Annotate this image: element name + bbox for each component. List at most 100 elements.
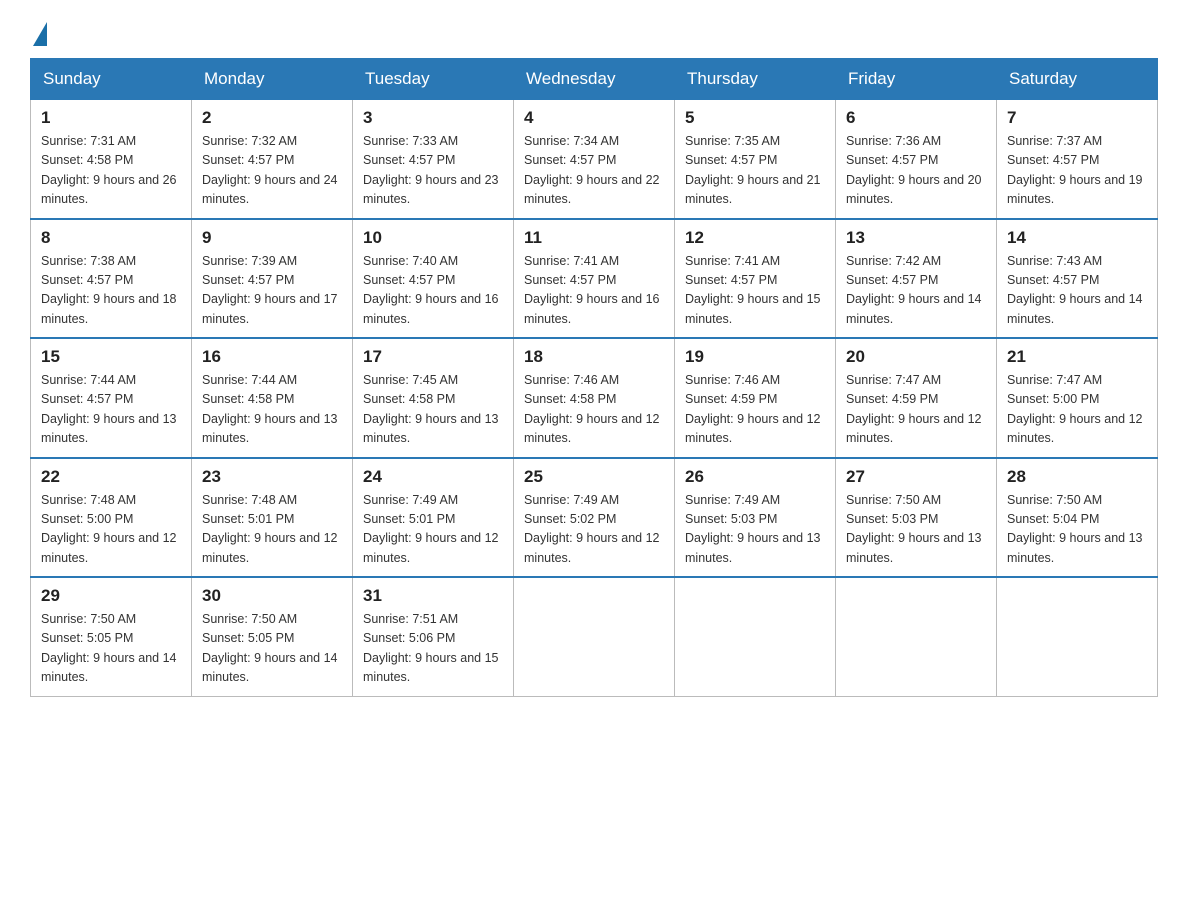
day-info: Sunrise: 7:50 AM Sunset: 5:04 PM Dayligh… [1007,491,1147,569]
day-info: Sunrise: 7:44 AM Sunset: 4:58 PM Dayligh… [202,371,342,449]
day-number: 17 [363,347,503,367]
calendar-cell: 27 Sunrise: 7:50 AM Sunset: 5:03 PM Dayl… [836,458,997,578]
header-thursday: Thursday [675,59,836,100]
day-info: Sunrise: 7:41 AM Sunset: 4:57 PM Dayligh… [685,252,825,330]
calendar-week-2: 8 Sunrise: 7:38 AM Sunset: 4:57 PM Dayli… [31,219,1158,339]
day-number: 12 [685,228,825,248]
calendar-cell [514,577,675,696]
day-number: 4 [524,108,664,128]
header-sunday: Sunday [31,59,192,100]
day-info: Sunrise: 7:31 AM Sunset: 4:58 PM Dayligh… [41,132,181,210]
day-number: 2 [202,108,342,128]
day-number: 16 [202,347,342,367]
day-info: Sunrise: 7:37 AM Sunset: 4:57 PM Dayligh… [1007,132,1147,210]
day-info: Sunrise: 7:36 AM Sunset: 4:57 PM Dayligh… [846,132,986,210]
calendar-cell [997,577,1158,696]
calendar-cell: 31 Sunrise: 7:51 AM Sunset: 5:06 PM Dayl… [353,577,514,696]
day-info: Sunrise: 7:49 AM Sunset: 5:01 PM Dayligh… [363,491,503,569]
day-number: 3 [363,108,503,128]
day-number: 29 [41,586,181,606]
calendar-cell: 23 Sunrise: 7:48 AM Sunset: 5:01 PM Dayl… [192,458,353,578]
day-number: 14 [1007,228,1147,248]
calendar-cell: 29 Sunrise: 7:50 AM Sunset: 5:05 PM Dayl… [31,577,192,696]
calendar-cell: 10 Sunrise: 7:40 AM Sunset: 4:57 PM Dayl… [353,219,514,339]
day-info: Sunrise: 7:43 AM Sunset: 4:57 PM Dayligh… [1007,252,1147,330]
calendar-cell: 20 Sunrise: 7:47 AM Sunset: 4:59 PM Dayl… [836,338,997,458]
day-number: 30 [202,586,342,606]
day-number: 10 [363,228,503,248]
day-info: Sunrise: 7:47 AM Sunset: 5:00 PM Dayligh… [1007,371,1147,449]
day-number: 20 [846,347,986,367]
logo [30,20,47,42]
day-number: 23 [202,467,342,487]
calendar-cell: 26 Sunrise: 7:49 AM Sunset: 5:03 PM Dayl… [675,458,836,578]
calendar-table: SundayMondayTuesdayWednesdayThursdayFrid… [30,58,1158,697]
calendar-cell: 30 Sunrise: 7:50 AM Sunset: 5:05 PM Dayl… [192,577,353,696]
day-number: 13 [846,228,986,248]
day-number: 24 [363,467,503,487]
calendar-cell: 13 Sunrise: 7:42 AM Sunset: 4:57 PM Dayl… [836,219,997,339]
day-info: Sunrise: 7:45 AM Sunset: 4:58 PM Dayligh… [363,371,503,449]
day-number: 27 [846,467,986,487]
header-friday: Friday [836,59,997,100]
day-info: Sunrise: 7:48 AM Sunset: 5:01 PM Dayligh… [202,491,342,569]
header-monday: Monday [192,59,353,100]
calendar-cell: 19 Sunrise: 7:46 AM Sunset: 4:59 PM Dayl… [675,338,836,458]
day-info: Sunrise: 7:48 AM Sunset: 5:00 PM Dayligh… [41,491,181,569]
day-info: Sunrise: 7:40 AM Sunset: 4:57 PM Dayligh… [363,252,503,330]
calendar-cell: 11 Sunrise: 7:41 AM Sunset: 4:57 PM Dayl… [514,219,675,339]
day-number: 26 [685,467,825,487]
day-info: Sunrise: 7:47 AM Sunset: 4:59 PM Dayligh… [846,371,986,449]
calendar-cell: 9 Sunrise: 7:39 AM Sunset: 4:57 PM Dayli… [192,219,353,339]
calendar-cell: 22 Sunrise: 7:48 AM Sunset: 5:00 PM Dayl… [31,458,192,578]
calendar-cell: 6 Sunrise: 7:36 AM Sunset: 4:57 PM Dayli… [836,100,997,219]
day-info: Sunrise: 7:50 AM Sunset: 5:05 PM Dayligh… [41,610,181,688]
calendar-cell: 17 Sunrise: 7:45 AM Sunset: 4:58 PM Dayl… [353,338,514,458]
day-number: 25 [524,467,664,487]
calendar-cell: 24 Sunrise: 7:49 AM Sunset: 5:01 PM Dayl… [353,458,514,578]
day-number: 9 [202,228,342,248]
calendar-week-1: 1 Sunrise: 7:31 AM Sunset: 4:58 PM Dayli… [31,100,1158,219]
calendar-cell: 4 Sunrise: 7:34 AM Sunset: 4:57 PM Dayli… [514,100,675,219]
day-number: 31 [363,586,503,606]
calendar-week-3: 15 Sunrise: 7:44 AM Sunset: 4:57 PM Dayl… [31,338,1158,458]
calendar-week-5: 29 Sunrise: 7:50 AM Sunset: 5:05 PM Dayl… [31,577,1158,696]
day-number: 21 [1007,347,1147,367]
day-number: 8 [41,228,181,248]
day-number: 15 [41,347,181,367]
day-number: 11 [524,228,664,248]
day-number: 18 [524,347,664,367]
calendar-cell: 1 Sunrise: 7:31 AM Sunset: 4:58 PM Dayli… [31,100,192,219]
day-info: Sunrise: 7:49 AM Sunset: 5:02 PM Dayligh… [524,491,664,569]
calendar-cell: 28 Sunrise: 7:50 AM Sunset: 5:04 PM Dayl… [997,458,1158,578]
calendar-cell: 21 Sunrise: 7:47 AM Sunset: 5:00 PM Dayl… [997,338,1158,458]
day-info: Sunrise: 7:34 AM Sunset: 4:57 PM Dayligh… [524,132,664,210]
calendar-cell: 25 Sunrise: 7:49 AM Sunset: 5:02 PM Dayl… [514,458,675,578]
day-number: 6 [846,108,986,128]
day-number: 1 [41,108,181,128]
header-saturday: Saturday [997,59,1158,100]
day-info: Sunrise: 7:44 AM Sunset: 4:57 PM Dayligh… [41,371,181,449]
calendar-cell: 14 Sunrise: 7:43 AM Sunset: 4:57 PM Dayl… [997,219,1158,339]
calendar-cell: 2 Sunrise: 7:32 AM Sunset: 4:57 PM Dayli… [192,100,353,219]
day-info: Sunrise: 7:32 AM Sunset: 4:57 PM Dayligh… [202,132,342,210]
day-info: Sunrise: 7:41 AM Sunset: 4:57 PM Dayligh… [524,252,664,330]
calendar-week-4: 22 Sunrise: 7:48 AM Sunset: 5:00 PM Dayl… [31,458,1158,578]
day-info: Sunrise: 7:50 AM Sunset: 5:05 PM Dayligh… [202,610,342,688]
day-number: 22 [41,467,181,487]
calendar-cell: 15 Sunrise: 7:44 AM Sunset: 4:57 PM Dayl… [31,338,192,458]
day-number: 7 [1007,108,1147,128]
day-info: Sunrise: 7:46 AM Sunset: 4:59 PM Dayligh… [685,371,825,449]
day-info: Sunrise: 7:39 AM Sunset: 4:57 PM Dayligh… [202,252,342,330]
calendar-cell: 7 Sunrise: 7:37 AM Sunset: 4:57 PM Dayli… [997,100,1158,219]
day-info: Sunrise: 7:51 AM Sunset: 5:06 PM Dayligh… [363,610,503,688]
header-wednesday: Wednesday [514,59,675,100]
day-info: Sunrise: 7:42 AM Sunset: 4:57 PM Dayligh… [846,252,986,330]
calendar-cell: 16 Sunrise: 7:44 AM Sunset: 4:58 PM Dayl… [192,338,353,458]
calendar-cell: 12 Sunrise: 7:41 AM Sunset: 4:57 PM Dayl… [675,219,836,339]
day-number: 5 [685,108,825,128]
day-info: Sunrise: 7:49 AM Sunset: 5:03 PM Dayligh… [685,491,825,569]
calendar-cell: 18 Sunrise: 7:46 AM Sunset: 4:58 PM Dayl… [514,338,675,458]
logo-triangle-icon [33,22,47,46]
calendar-cell [675,577,836,696]
